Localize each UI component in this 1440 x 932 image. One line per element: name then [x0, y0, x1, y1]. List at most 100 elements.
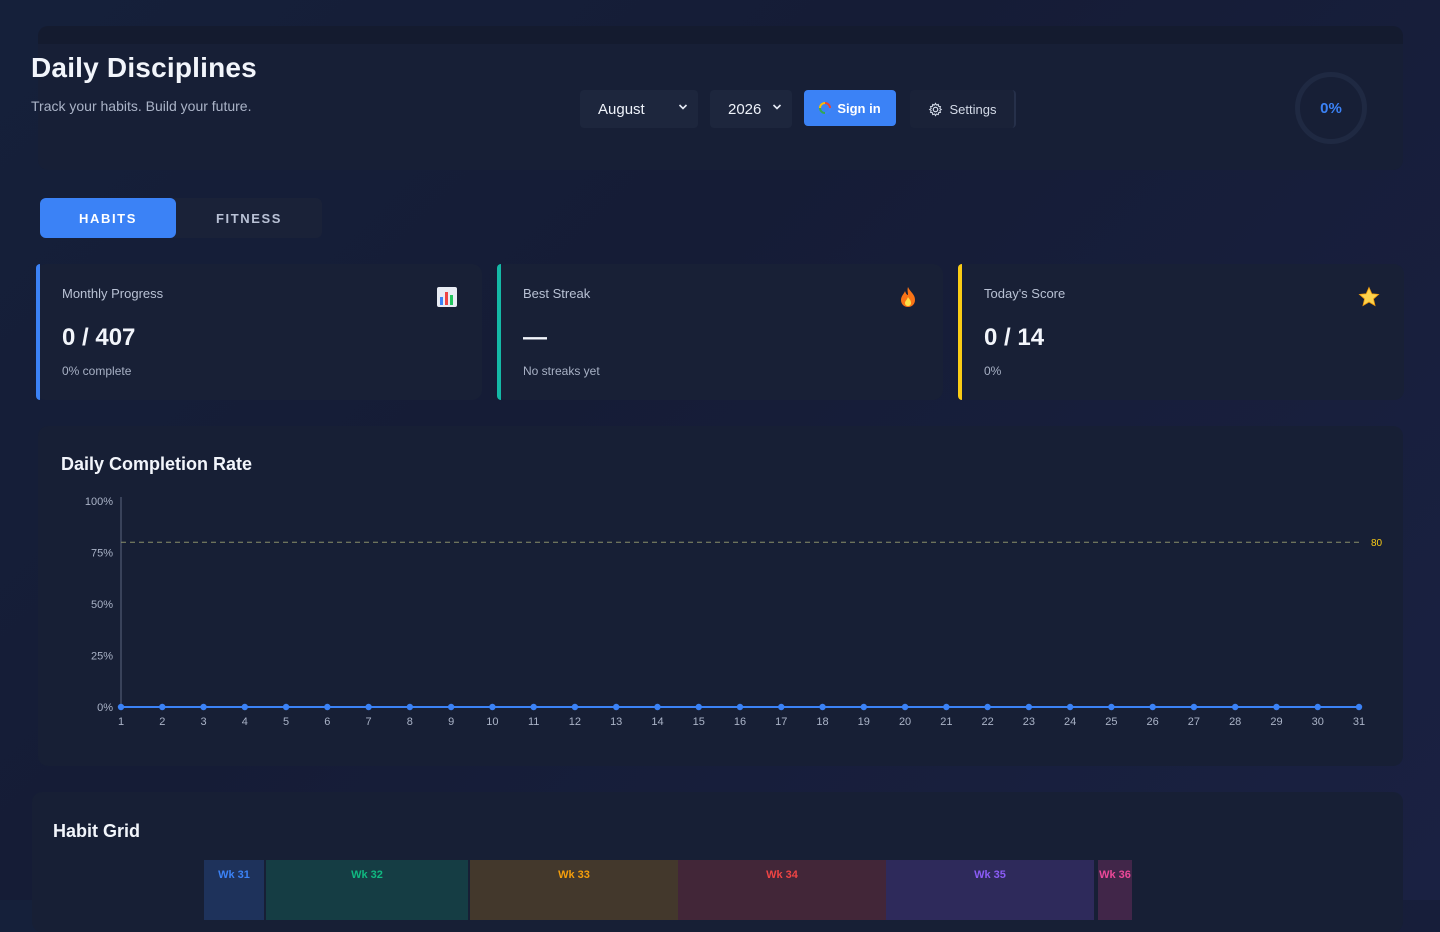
section-tabs: HABITS FITNESS	[40, 198, 322, 238]
x-tick-label: 27	[1188, 716, 1200, 728]
x-tick-label: 22	[981, 716, 993, 728]
x-tick-label: 12	[569, 716, 581, 728]
app-title: Daily Disciplines	[31, 52, 257, 83]
habit-grid-panel: Habit Grid Wk 31 Wk 32 Wk 33 Wk 34 Wk 35 Wk 3…	[32, 792, 1403, 932]
card-accent-bar	[958, 264, 962, 400]
x-tick-label: 20	[899, 716, 911, 728]
google-icon	[819, 102, 832, 114]
y-tick-label: 75%	[91, 548, 113, 560]
data-point	[200, 703, 207, 711]
x-tick-label: 6	[324, 716, 330, 728]
week-header: Wk 33	[470, 860, 678, 920]
data-point	[654, 703, 661, 711]
data-point	[406, 703, 414, 711]
overall-progress-ring: 0%	[1295, 72, 1367, 144]
x-tick-label: 15	[693, 716, 705, 728]
data-point	[530, 703, 537, 711]
star-icon	[1358, 286, 1380, 307]
app-subtitle: Track your habits. Build your future.	[31, 98, 252, 114]
card-accent-bar	[36, 264, 40, 400]
data-point	[447, 703, 455, 711]
data-point	[1314, 703, 1321, 711]
x-tick-label: 24	[1064, 716, 1076, 728]
bar-chart-icon	[437, 287, 457, 307]
stat-label: Best Streak	[523, 286, 591, 301]
data-point	[324, 703, 331, 711]
data-point	[943, 703, 950, 711]
x-tick-label: 30	[1312, 716, 1324, 728]
week-header: Wk 34	[678, 860, 886, 920]
x-tick-label: 17	[775, 716, 787, 728]
x-tick-label: 1	[118, 716, 124, 728]
stat-value: —	[523, 324, 547, 351]
chevron-down-icon	[772, 104, 782, 110]
data-point	[571, 703, 579, 711]
x-tick-label: 23	[1023, 716, 1035, 728]
x-tick-label: 29	[1270, 716, 1282, 728]
x-tick-label: 2	[159, 716, 165, 728]
stat-value: 0 / 407	[62, 324, 136, 351]
data-point	[860, 703, 867, 711]
stat-card-best-streak: Best Streak — No streaks yet	[497, 264, 943, 400]
x-tick-label: 14	[651, 716, 663, 728]
y-tick-label: 0%	[97, 702, 113, 714]
daily-completion-chart: 0%25%50%75%100%1 2 3 4 5 6 7 8 9 10 11 12 13 14 15 16 17…	[85, 496, 1383, 728]
week-header: Wk 32	[266, 860, 468, 920]
x-tick-label: 4	[242, 716, 248, 728]
chevron-down-icon	[678, 104, 688, 110]
stat-card-monthly-progress: Monthly Progress 0 / 407 0% complete	[36, 264, 482, 400]
settings-button[interactable]: Settings	[910, 90, 1016, 128]
data-point	[613, 703, 620, 711]
daily-completion-chart-panel: Daily Completion Rate 0% 25% 50% 75% 100% 1 2 3…	[38, 426, 1403, 766]
x-tick-label: 9	[448, 716, 454, 728]
year-select[interactable]: 2026	[710, 90, 792, 128]
data-point	[1025, 703, 1033, 711]
data-point	[819, 703, 826, 711]
stat-sub: No streaks yet	[523, 364, 600, 378]
data-point	[241, 703, 248, 711]
overall-progress-value: 0%	[1320, 99, 1342, 117]
y-tick-label: 25%	[91, 651, 113, 663]
month-select-value: August	[598, 100, 645, 118]
week-header: Wk 31	[204, 860, 264, 920]
tab-habits[interactable]: HABITS	[40, 198, 176, 238]
gear-icon	[928, 101, 942, 117]
stat-sub: 0% complete	[62, 364, 132, 378]
stat-label: Monthly Progress	[62, 286, 164, 301]
data-point	[901, 703, 909, 711]
data-point	[1232, 703, 1239, 711]
x-tick-label: 3	[200, 716, 206, 728]
data-point	[1273, 703, 1280, 711]
year-select-value: 2026	[728, 100, 762, 118]
data-point	[1066, 703, 1074, 711]
stat-value: 0 / 14	[984, 324, 1045, 351]
month-select[interactable]: August	[580, 90, 698, 128]
data-point	[365, 703, 372, 711]
data-point	[984, 703, 991, 711]
data-point	[489, 703, 496, 711]
fire-icon	[901, 287, 915, 307]
data-point	[1190, 703, 1198, 711]
x-tick-label: 19	[858, 716, 870, 728]
target-line-label: 80	[1371, 538, 1383, 549]
stat-card-todays-score: Today's Score 0 / 14 0%	[958, 264, 1404, 400]
sign-in-button[interactable]: Sign in	[804, 90, 896, 126]
data-point	[1108, 703, 1115, 711]
x-tick-label: 8	[407, 716, 413, 728]
x-tick-label: 5	[283, 716, 289, 728]
x-tick-label: 31	[1353, 716, 1365, 728]
data-point	[117, 703, 125, 711]
stat-label: Today's Score	[984, 286, 1066, 301]
x-tick-label: 21	[940, 716, 952, 728]
y-tick-label: 50%	[91, 599, 113, 611]
data-point	[778, 703, 785, 711]
data-point	[736, 703, 744, 711]
x-tick-label: 26	[1147, 716, 1159, 728]
x-tick-label: 28	[1229, 716, 1241, 728]
x-tick-label: 18	[816, 716, 828, 728]
habit-grid-title: Habit Grid	[53, 821, 141, 841]
stat-sub: 0%	[984, 364, 1002, 378]
data-point	[159, 703, 166, 711]
tab-fitness[interactable]: FITNESS	[176, 198, 322, 238]
week-header: Wk 36	[1098, 860, 1132, 920]
